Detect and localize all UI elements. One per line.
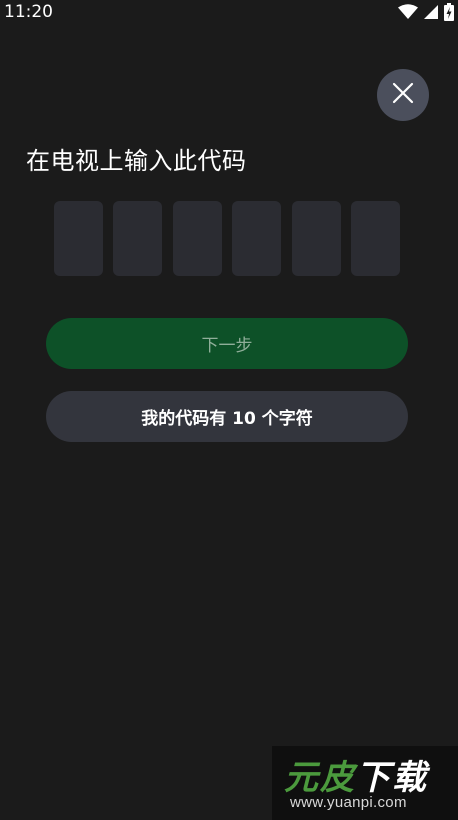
code-box-2[interactable] (113, 201, 162, 276)
watermark-logo-part2: 下载 (356, 758, 428, 798)
cellular-signal-icon (423, 4, 439, 20)
code-box-6[interactable] (351, 201, 400, 276)
code-box-4[interactable] (232, 201, 281, 276)
code-box-1[interactable] (54, 201, 103, 276)
battery-charging-icon (444, 3, 454, 21)
status-time: 11:20 (4, 2, 53, 22)
watermark-url: www.yuanpi.com (290, 794, 407, 811)
next-button[interactable]: 下一步 (46, 318, 408, 369)
status-icons (398, 3, 454, 21)
close-button[interactable] (377, 69, 429, 121)
code-box-3[interactable] (173, 201, 222, 276)
page-title: 在电视上输入此代码 (26, 147, 247, 175)
close-icon (392, 82, 414, 108)
next-button-label: 下一步 (201, 336, 253, 356)
status-bar: 11:20 (0, 0, 458, 26)
code-input-group[interactable] (54, 201, 401, 276)
ten-character-code-button[interactable]: 我的代码有 10 个字符 (46, 391, 408, 442)
watermark-logo: 元皮下载 (284, 750, 428, 799)
wifi-icon (398, 4, 418, 20)
ten-character-code-label: 我的代码有 10 个字符 (141, 409, 313, 429)
watermark-logo-part1: 元皮 (284, 758, 356, 798)
code-box-5[interactable] (292, 201, 341, 276)
watermark: 元皮下载 www.yuanpi.com (272, 746, 458, 820)
